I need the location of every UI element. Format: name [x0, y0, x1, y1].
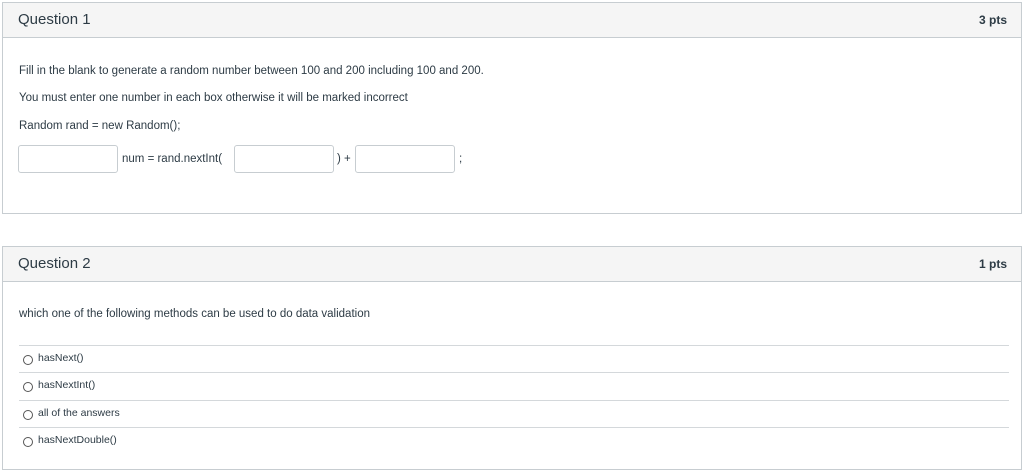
answer-option[interactable]: all of the answers [19, 400, 1009, 427]
option-label: hasNextDouble() [38, 434, 117, 446]
question-2-header: Question 2 1 pts [3, 247, 1021, 282]
answer-option[interactable]: hasNextDouble() [19, 427, 1009, 454]
code-line: Random rand = new Random(); [19, 120, 181, 132]
question-2-card: Question 2 1 pts which one of the follow… [2, 246, 1022, 470]
answer-option[interactable]: hasNextInt() [19, 372, 1009, 399]
code-plus: ) + [337, 153, 351, 165]
question-1-card: Question 1 3 pts Fill in the blank to ge… [2, 2, 1022, 214]
question-prompt: which one of the following methods can b… [19, 308, 370, 320]
question-title: Question 1 [18, 11, 91, 28]
option-label: hasNextInt() [38, 379, 96, 391]
code-text: num = rand.nextInt( [122, 153, 223, 165]
option-label: hasNext() [38, 352, 84, 364]
blank-input-2[interactable] [234, 145, 334, 173]
code-semicolon: ; [459, 153, 463, 165]
blank-input-1[interactable] [18, 145, 118, 173]
question-points: 1 pts [978, 257, 1007, 271]
radio-button[interactable] [23, 382, 33, 392]
question-note: You must enter one number in each box ot… [19, 92, 408, 104]
radio-button[interactable] [23, 410, 33, 420]
question-points: 3 pts [978, 13, 1007, 27]
question-title: Question 2 [18, 255, 91, 272]
radio-button[interactable] [23, 355, 33, 365]
option-label: all of the answers [38, 407, 120, 419]
answer-option[interactable]: hasNext() [19, 345, 1009, 372]
blank-input-3[interactable] [355, 145, 455, 173]
question-1-header: Question 1 3 pts [3, 3, 1021, 38]
radio-button[interactable] [23, 437, 33, 447]
question-instruction: Fill in the blank to generate a random n… [19, 65, 484, 77]
